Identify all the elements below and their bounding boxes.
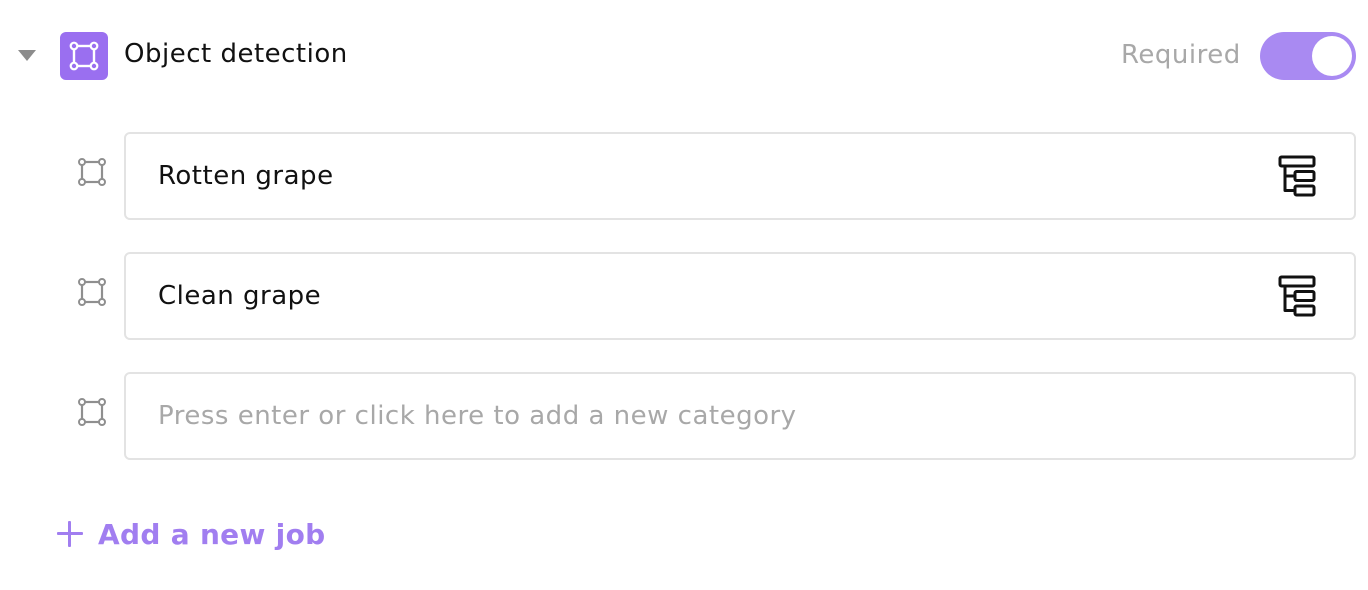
new-category-placeholder: Press enter or click here to add a new c…: [158, 401, 797, 431]
bounding-box-icon: [78, 398, 106, 426]
job-type-badge: [60, 32, 108, 80]
category-input[interactable]: Rotten grape: [124, 132, 1356, 220]
category-input[interactable]: Clean grape: [124, 252, 1356, 340]
category-row: Rotten grape: [0, 132, 1368, 220]
category-name: Clean grape: [158, 281, 322, 311]
required-label: Required: [1121, 40, 1241, 70]
category-name: Rotten grape: [158, 161, 334, 191]
bounding-box-icon: [78, 158, 106, 186]
new-category-input[interactable]: Press enter or click here to add a new c…: [124, 372, 1356, 460]
bounding-box-icon: [78, 278, 106, 306]
tree-structure-icon[interactable]: [1278, 155, 1316, 197]
toggle-knob: [1312, 36, 1352, 76]
add-new-job-button[interactable]: Add a new job: [56, 512, 325, 556]
caret-down-icon[interactable]: [18, 50, 36, 61]
category-row: Clean grape: [0, 252, 1368, 340]
required-toggle[interactable]: [1260, 32, 1356, 80]
job-title: Object detection: [124, 39, 348, 69]
tree-structure-icon[interactable]: [1278, 275, 1316, 317]
new-category-row: Press enter or click here to add a new c…: [0, 372, 1368, 460]
add-new-job-label: Add a new job: [98, 517, 326, 551]
job-header: Object detection Required: [0, 24, 1368, 88]
plus-icon: [56, 520, 84, 548]
bounding-box-icon: [69, 41, 99, 71]
